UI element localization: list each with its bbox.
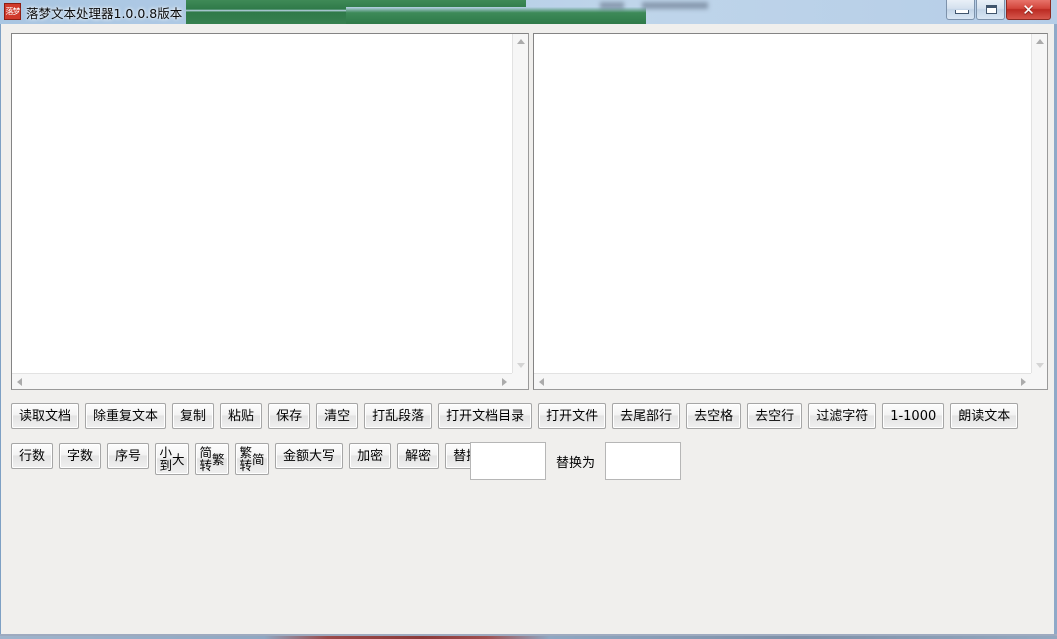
read-document-button[interactable]: 读取文档 (11, 403, 80, 429)
minimize-icon (955, 10, 969, 14)
find-text-input[interactable] (470, 442, 546, 480)
shuffle-paragraphs-button[interactable]: 打乱段落 (364, 403, 433, 429)
right-panel-horizontal-scrollbar[interactable] (534, 373, 1031, 389)
maximize-icon (986, 5, 997, 14)
close-button[interactable]: ✕ (1006, 0, 1051, 20)
scroll-up-icon[interactable] (517, 39, 525, 44)
right-text-area[interactable] (534, 34, 1047, 389)
replace-controls: 替换为 (470, 442, 682, 480)
scroll-right-icon[interactable] (502, 378, 507, 386)
maximize-button[interactable] (976, 0, 1005, 20)
read-aloud-button[interactable]: 朗读文本 (950, 403, 1019, 429)
replace-text-input[interactable] (605, 442, 682, 480)
scroll-down-icon[interactable] (517, 363, 525, 368)
button-label-line1: 简转 (199, 445, 213, 473)
paste-button[interactable]: 粘贴 (220, 403, 263, 429)
left-panel-horizontal-scrollbar[interactable] (12, 373, 512, 389)
word-count-button[interactable]: 字数 (59, 443, 102, 469)
simplified-to-traditional-button[interactable]: 简转繁 (195, 443, 230, 475)
application-screenshot: 落梦 落梦文本处理器1.0.0.8版本 ✕ 读取文档 除重复文本 复制 粘贴 保… (0, 0, 1057, 639)
button-label-line2: 繁 (212, 451, 225, 467)
scroll-left-icon[interactable] (539, 378, 544, 386)
sequence-number-button[interactable]: 序号 (107, 443, 150, 469)
remove-blank-lines-button[interactable]: 去空行 (747, 403, 803, 429)
app-icon-glyph: 落梦 (5, 7, 21, 16)
amount-to-uppercase-button[interactable]: 金额大写 (275, 443, 344, 469)
traditional-to-simplified-button[interactable]: 繁转简 (235, 443, 270, 475)
remove-trailing-lines-button[interactable]: 去尾部行 (612, 403, 681, 429)
title-bar[interactable]: 落梦 落梦文本处理器1.0.0.8版本 ✕ (0, 0, 1057, 24)
scroll-up-icon[interactable] (1036, 39, 1044, 44)
clear-button[interactable]: 清空 (316, 403, 359, 429)
window-title: 落梦文本处理器1.0.0.8版本 (26, 6, 183, 21)
right-text-panel[interactable] (533, 33, 1048, 390)
open-file-button[interactable]: 打开文件 (538, 403, 607, 429)
copy-button[interactable]: 复制 (172, 403, 215, 429)
remove-duplicate-text-button[interactable]: 除重复文本 (85, 403, 167, 429)
minimize-button[interactable] (946, 0, 975, 20)
left-panel-vertical-scrollbar[interactable] (512, 34, 528, 373)
save-button[interactable]: 保存 (268, 403, 311, 429)
range-1-1000-button[interactable]: 1-1000 (882, 403, 945, 429)
remove-spaces-button[interactable]: 去空格 (686, 403, 742, 429)
left-panel-scroll-corner (512, 373, 528, 389)
close-icon: ✕ (1022, 0, 1035, 19)
app-seal-icon: 落梦 (4, 3, 21, 20)
window-controls: ✕ (946, 0, 1051, 21)
replace-with-label: 替换为 (556, 455, 596, 471)
button-label-line2: 大 (172, 451, 185, 467)
encrypt-button[interactable]: 加密 (349, 443, 392, 469)
client-area: 读取文档 除重复文本 复制 粘贴 保存 清空 打乱段落 打开文档目录 打开文件 去尾部行 去空格 去空… (0, 24, 1057, 636)
open-document-folder-button[interactable]: 打开文档目录 (438, 403, 533, 429)
right-panel-scroll-corner (1031, 373, 1047, 389)
main-window: 落梦 落梦文本处理器1.0.0.8版本 ✕ 读取文档 除重复文本 复制 粘贴 保… (0, 0, 1057, 636)
toolbar-row-secondary: 行数 字数 序号 小到大简转繁繁转简金额大写 加密 解密 替换 (11, 443, 488, 475)
button-label-line1: 繁转 (239, 445, 253, 473)
left-text-area[interactable] (12, 34, 528, 389)
toolbar-row-primary: 读取文档 除重复文本 复制 粘贴 保存 清空 打乱段落 打开文档目录 打开文件 去尾部行 去空格 去空… (11, 403, 1019, 429)
line-count-button[interactable]: 行数 (11, 443, 54, 469)
filter-characters-button[interactable]: 过滤字符 (808, 403, 877, 429)
button-label-line1: 小到 (159, 445, 173, 473)
scroll-right-icon[interactable] (1021, 378, 1026, 386)
button-label-line2: 简 (252, 451, 265, 467)
sort-ascending-button[interactable]: 小到大 (155, 443, 190, 475)
scroll-down-icon[interactable] (1036, 363, 1044, 368)
right-panel-vertical-scrollbar[interactable] (1031, 34, 1047, 373)
left-text-panel[interactable] (11, 33, 529, 390)
scroll-left-icon[interactable] (17, 378, 22, 386)
decrypt-button[interactable]: 解密 (397, 443, 440, 469)
